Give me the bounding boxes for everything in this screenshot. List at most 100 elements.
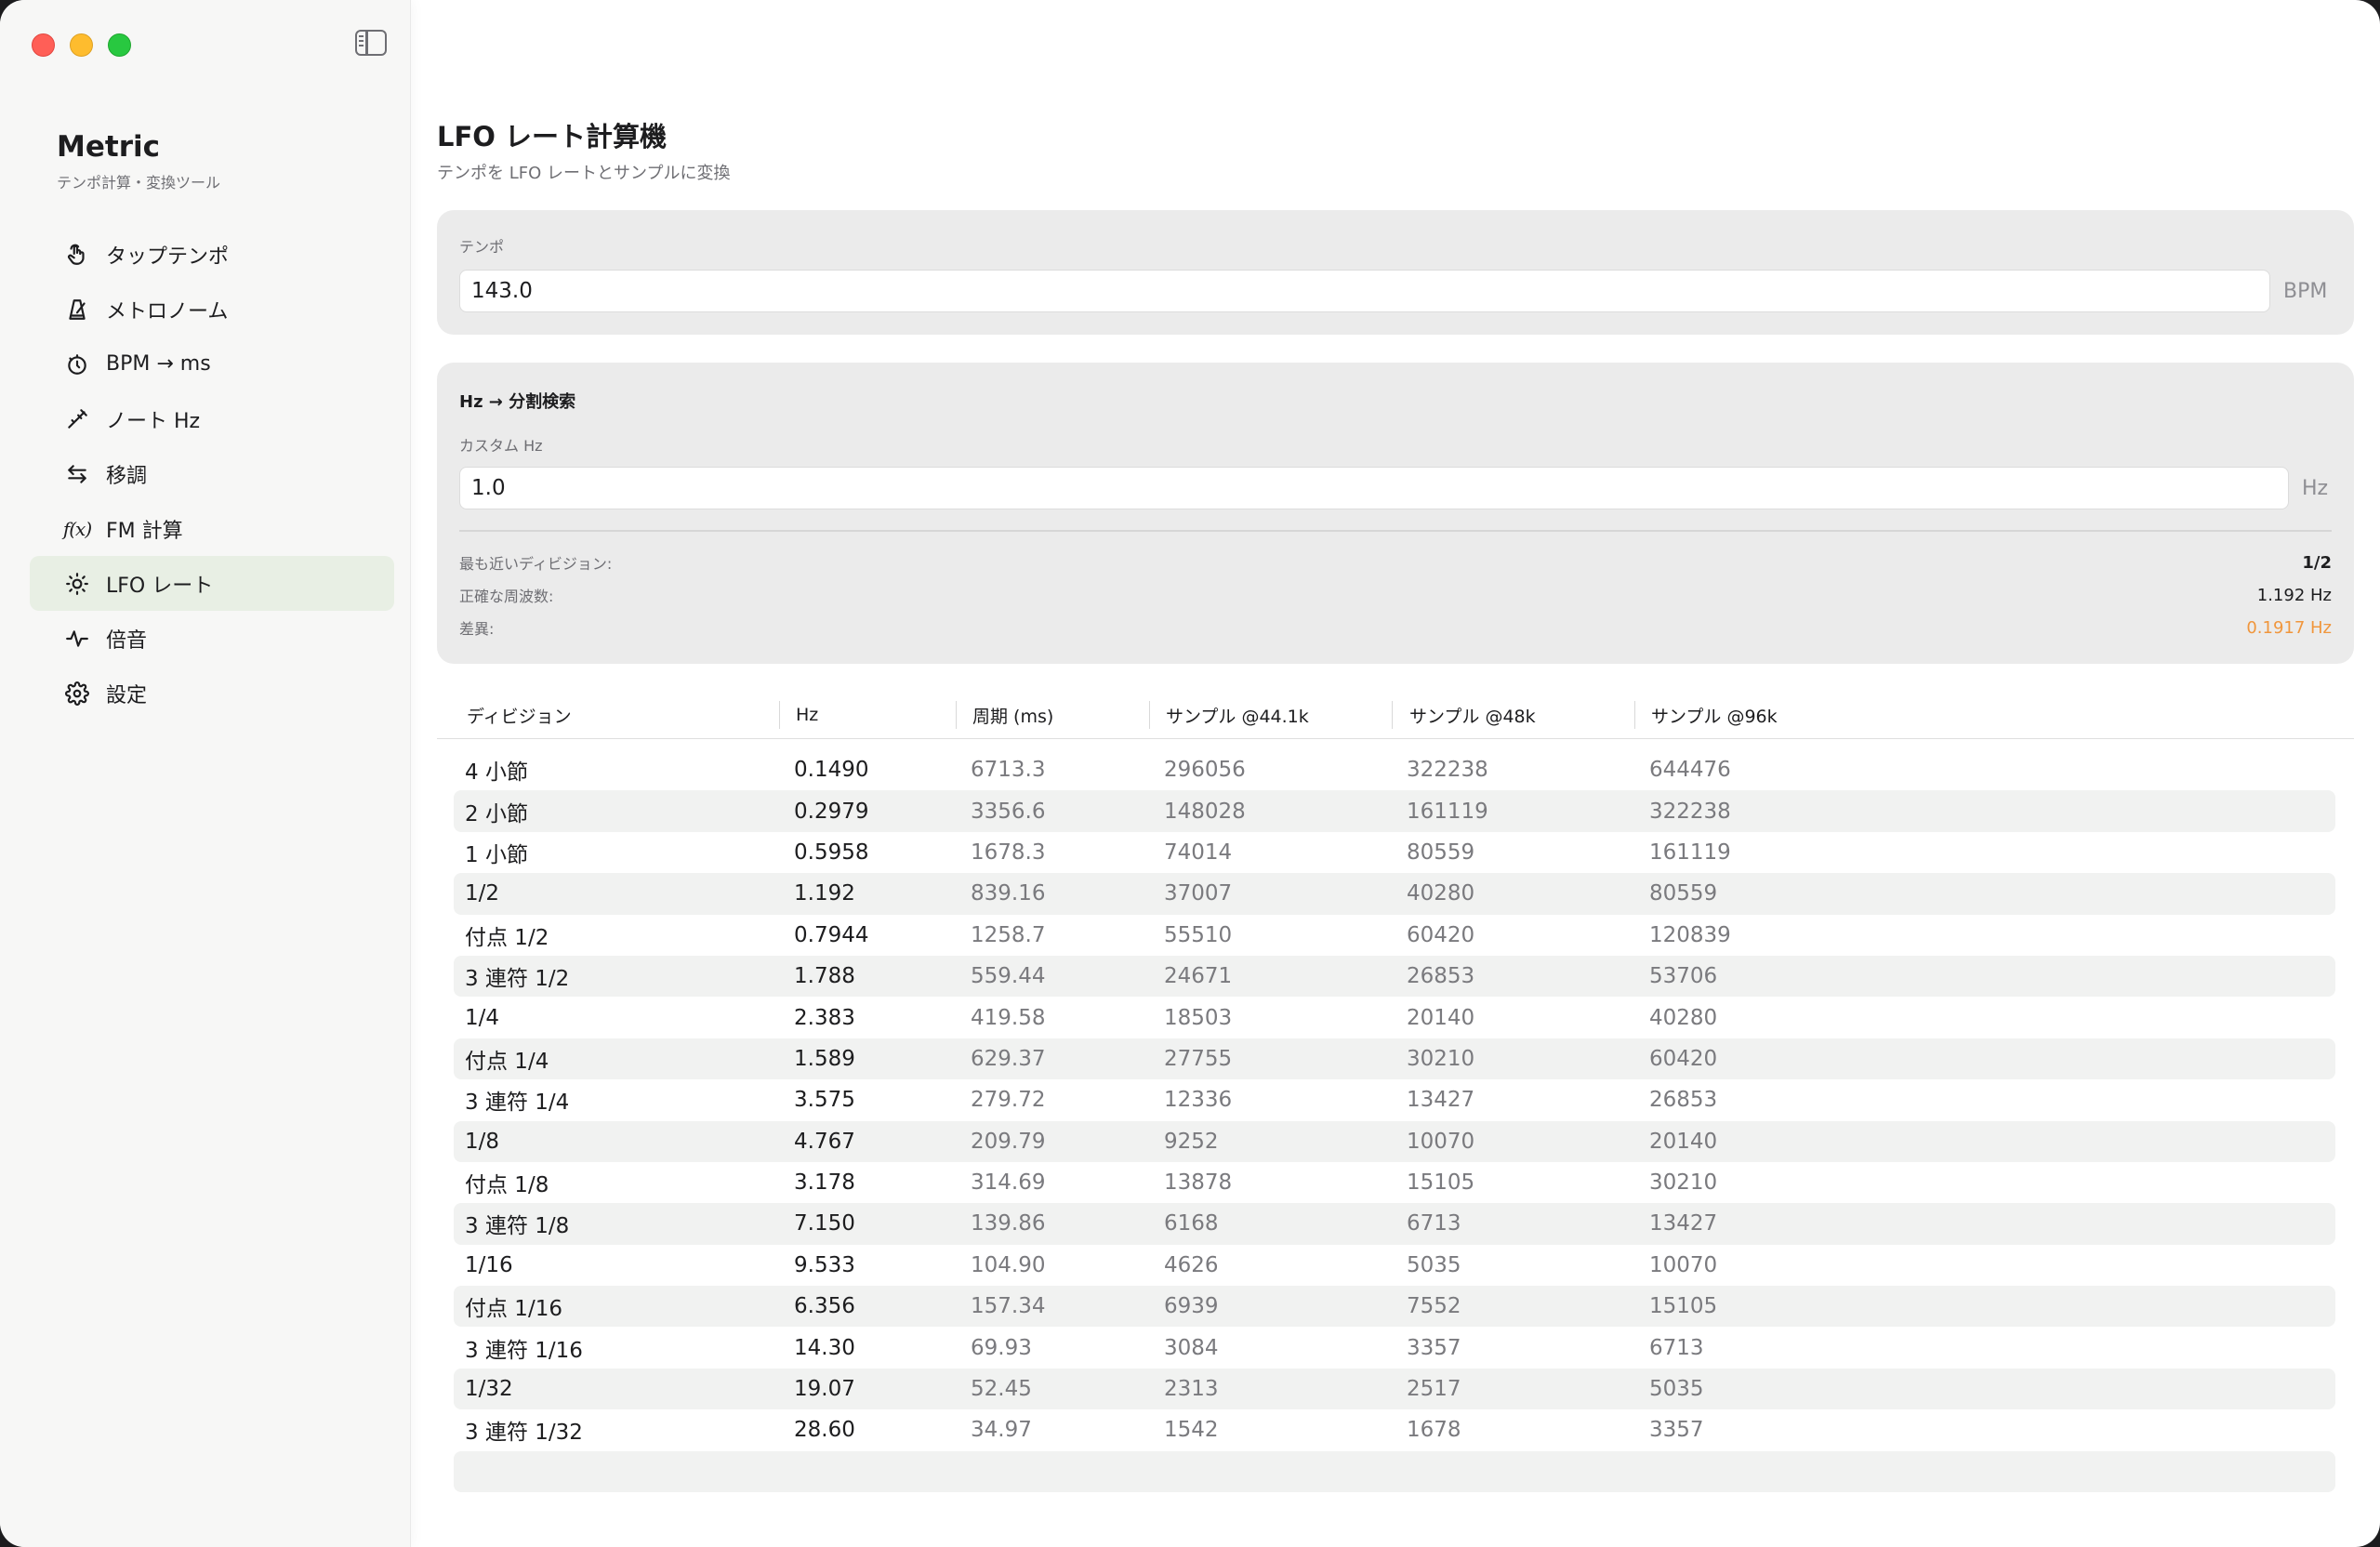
tempo-label: テンポ: [459, 238, 505, 256]
exact-frequency-value: 1.192 Hz: [2256, 585, 2332, 605]
sidebar-item-fm-calc[interactable]: f(x) FM 計算: [30, 501, 394, 556]
table-row[interactable]: 4 小節 0.1490 6713.3 296056 322238 644476: [454, 749, 2335, 790]
samples-96k-cell: 60420: [1649, 1046, 1718, 1071]
samples-44k-cell: 296056: [1164, 758, 1246, 783]
tempo-input[interactable]: 143.0: [459, 270, 2270, 312]
exact-frequency-row: 正確な周波数: 1.192 Hz: [459, 582, 2332, 608]
hz-cell: 14.30: [794, 1335, 855, 1360]
table-row[interactable]: 1 小節 0.5958 1678.3 74014 80559 161119: [454, 832, 2335, 873]
division-cell: 1/16: [465, 1252, 513, 1277]
function-icon: f(x): [62, 517, 92, 540]
sidebar-item-lfo-rate[interactable]: LFO レート: [30, 556, 394, 611]
samples-44k-cell: 12336: [1164, 1088, 1233, 1113]
sidebar-item-transpose[interactable]: 移調: [30, 446, 394, 501]
table-row[interactable]: 付点 1/8 3.178 314.69 13878 15105 30210: [454, 1162, 2335, 1203]
table-row[interactable]: 1/16 9.533 104.90 4626 5035 10070: [454, 1245, 2335, 1286]
tuning-fork-icon: [61, 403, 93, 435]
period-cell: 1678.3: [971, 840, 1046, 865]
period-cell: 34.97: [971, 1418, 1032, 1443]
table-row-empty: [454, 1450, 2335, 1493]
samples-44k-cell: 6168: [1164, 1211, 1219, 1236]
samples-96k-cell: 3357: [1649, 1418, 1704, 1443]
samples-48k-cell: 15105: [1407, 1170, 1475, 1196]
division-cell: 3 連符 1/32: [465, 1421, 583, 1446]
division-cell: 1/8: [465, 1129, 500, 1154]
sidebar-item-bpm-ms[interactable]: BPM → ms: [30, 337, 394, 391]
sidebar-item-harmonics[interactable]: 倍音: [30, 611, 394, 666]
period-cell: 52.45: [971, 1377, 1032, 1402]
division-cell: 付点 1/8: [465, 1173, 549, 1198]
samples-44k-cell: 148028: [1164, 799, 1246, 824]
hz-cell: 4.767: [794, 1129, 855, 1154]
column-header-samples-96k[interactable]: サンプル @96k: [1651, 695, 1778, 734]
column-header-samples-44k[interactable]: サンプル @44.1k: [1166, 695, 1309, 734]
page-subtitle: テンポを LFO レートとサンプルに変換: [437, 164, 731, 183]
table-row[interactable]: 3 連符 1/16 14.30 69.93 3084 3357 6713: [454, 1327, 2335, 1368]
samples-96k-cell: 15105: [1649, 1294, 1718, 1319]
samples-48k-cell: 3357: [1407, 1335, 1461, 1360]
lfo-sun-icon: [61, 568, 93, 600]
table-row[interactable]: 1/8 4.767 209.79 9252 10070 20140: [454, 1120, 2335, 1162]
column-header-division[interactable]: ディビジョン: [467, 695, 572, 734]
samples-44k-cell: 6939: [1164, 1294, 1219, 1319]
column-header-period[interactable]: 周期 (ms): [972, 695, 1053, 734]
main-content: LFO レート計算機 テンポを LFO レートとサンプルに変換 テンポ 143.…: [437, 0, 2356, 1547]
division-cell: 1 小節: [465, 842, 528, 867]
samples-48k-cell: 30210: [1407, 1046, 1475, 1071]
column-header-hz[interactable]: Hz: [796, 695, 818, 734]
period-cell: 104.90: [971, 1252, 1046, 1277]
table-row[interactable]: 3 連符 1/4 3.575 279.72 12336 13427 26853: [454, 1079, 2335, 1120]
column-header-samples-48k[interactable]: サンプル @48k: [1409, 695, 1536, 734]
period-cell: 139.86: [971, 1211, 1046, 1236]
table-row[interactable]: 2 小節 0.2979 3356.6 148028 161119 322238: [454, 790, 2335, 832]
samples-96k-cell: 30210: [1649, 1170, 1718, 1196]
table-row[interactable]: 3 連符 1/8 7.150 139.86 6168 6713 13427: [454, 1203, 2335, 1245]
zoom-window-button[interactable]: [108, 33, 131, 57]
hz-cell: 28.60: [794, 1418, 855, 1443]
waveform-icon: [61, 623, 93, 654]
division-cell: 3 連符 1/16: [465, 1338, 583, 1363]
minimize-window-button[interactable]: [70, 33, 93, 57]
samples-48k-cell: 13427: [1407, 1088, 1475, 1113]
samples-44k-cell: 9252: [1164, 1129, 1219, 1154]
division-cell: 4 小節: [465, 760, 528, 786]
custom-hz-input[interactable]: 1.0: [459, 467, 2289, 509]
division-cell: 3 連符 1/4: [465, 1091, 570, 1116]
table-row[interactable]: 付点 1/4 1.589 629.37 27755 30210 60420: [454, 1038, 2335, 1080]
division-cell: 1/2: [465, 881, 500, 906]
samples-44k-cell: 27755: [1164, 1046, 1233, 1071]
sidebar-item-tap-tempo[interactable]: タップテンポ: [30, 227, 394, 282]
sidebar-item-metronome[interactable]: メトロノーム: [30, 282, 394, 337]
table-row[interactable]: 1/4 2.383 419.58 18503 20140 40280: [454, 997, 2335, 1038]
close-window-button[interactable]: [32, 33, 55, 57]
samples-48k-cell: 6713: [1407, 1211, 1461, 1236]
period-cell: 3356.6: [971, 799, 1046, 824]
sidebar-toggle-icon[interactable]: [355, 30, 387, 56]
table-row[interactable]: 付点 1/16 6.356 157.34 6939 7552 15105: [454, 1286, 2335, 1328]
samples-48k-cell: 60420: [1407, 922, 1475, 947]
table-row[interactable]: 付点 1/2 0.7944 1258.7 55510 60420 120839: [454, 915, 2335, 956]
table-row[interactable]: 1/2 1.192 839.16 37007 40280 80559: [454, 873, 2335, 915]
column-divider: [1392, 701, 1393, 729]
division-cell: 付点 1/16: [465, 1297, 562, 1322]
samples-96k-cell: 120839: [1649, 922, 1731, 947]
division-cell: 付点 1/2: [465, 925, 549, 950]
hz-cell: 0.1490: [794, 758, 869, 783]
period-cell: 629.37: [971, 1046, 1046, 1071]
samples-48k-cell: 40280: [1407, 881, 1475, 906]
nearest-division-value: 1/2: [2302, 552, 2332, 573]
table-row[interactable]: 3 連符 1/2 1.788 559.44 24671 26853 53706: [454, 955, 2335, 998]
table-row[interactable]: 3 連符 1/32 28.60 34.97 1542 1678 3357: [454, 1409, 2335, 1450]
samples-96k-cell: 6713: [1649, 1335, 1704, 1360]
period-cell: 839.16: [971, 881, 1046, 906]
difference-value: 0.1917 Hz: [2246, 617, 2332, 638]
sidebar-item-settings[interactable]: 設定: [30, 666, 394, 721]
samples-44k-cell: 13878: [1164, 1170, 1233, 1196]
division-cell: 1/4: [465, 1005, 500, 1030]
difference-row: 差異: 0.1917 Hz: [459, 615, 2332, 641]
window-controls: [32, 33, 131, 57]
samples-48k-cell: 7552: [1407, 1294, 1461, 1319]
table-row[interactable]: 1/32 19.07 52.45 2313 2517 5035: [454, 1368, 2335, 1410]
division-cell: 3 連符 1/2: [465, 967, 570, 992]
sidebar-item-note-hz[interactable]: ノート Hz: [30, 391, 394, 446]
